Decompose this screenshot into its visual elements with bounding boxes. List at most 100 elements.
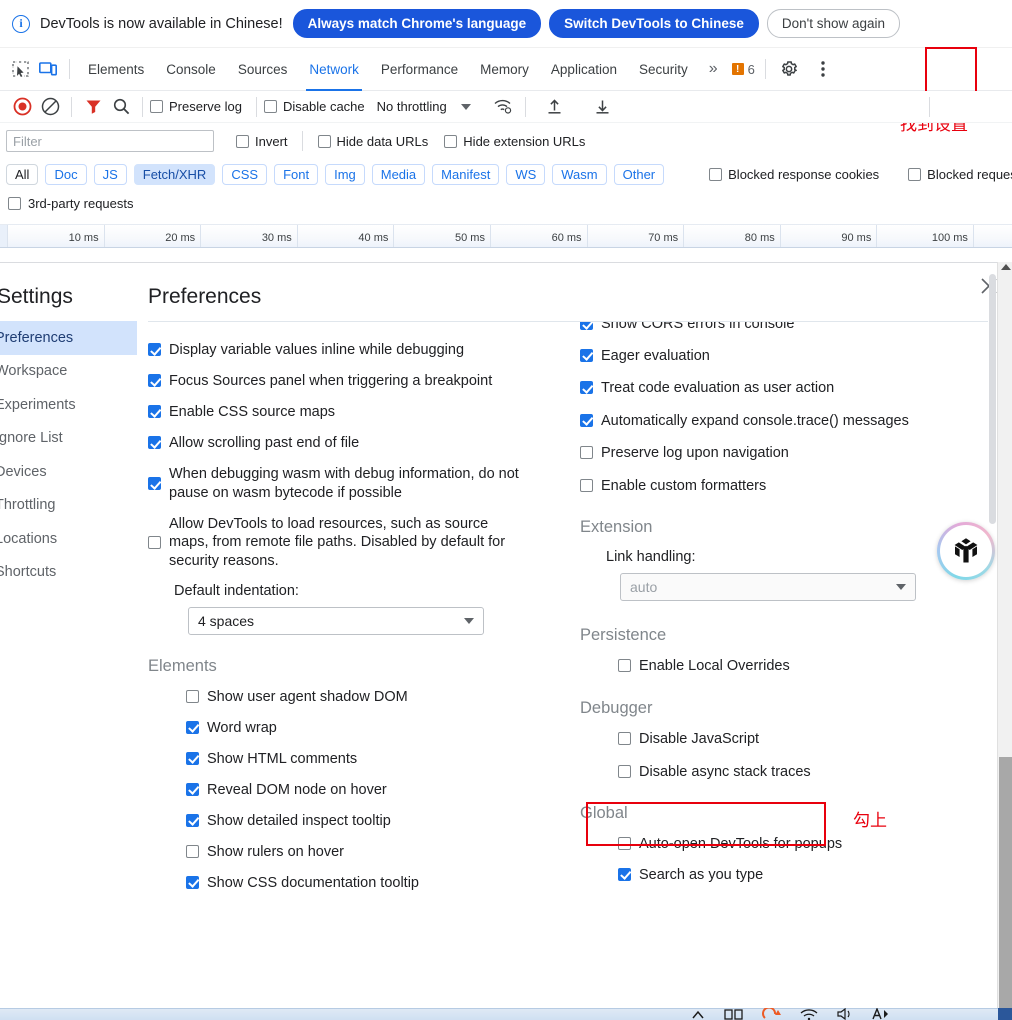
always-match-language-button[interactable]: Always match Chrome's language <box>292 8 542 39</box>
option-enable-css-source-maps[interactable]: Enable CSS source maps <box>148 403 548 422</box>
option-show-user-agent-shadow-dom[interactable]: Show user agent shadow DOM <box>186 688 548 707</box>
checkbox-box <box>148 405 161 418</box>
kebab-menu-icon[interactable] <box>809 55 837 83</box>
sidebar-item-workspace[interactable]: Workspace <box>0 355 137 389</box>
filter-divider <box>301 131 303 151</box>
option-allow-scrolling-past-end[interactable]: Allow scrolling past end of file <box>148 434 548 453</box>
filter-funnel-icon[interactable] <box>79 93 107 121</box>
hide-data-urls-checkbox[interactable]: Hide data URLs <box>317 134 428 149</box>
chip-all[interactable]: All <box>6 163 39 185</box>
tab-network[interactable]: Network <box>298 48 370 91</box>
sidebar-item-label: Ignore List <box>0 430 63 447</box>
inspect-element-icon[interactable] <box>6 55 34 83</box>
option-label: Automatically expand console.trace() mes… <box>601 412 909 429</box>
tab-application[interactable]: Application <box>540 48 628 91</box>
export-har-icon[interactable] <box>589 93 617 121</box>
default-indentation-select[interactable]: 4 spaces <box>188 606 484 635</box>
ruler-tick: 40 ms <box>298 225 395 247</box>
sidebar-item-throttling[interactable]: Throttling <box>0 489 137 523</box>
chip-ws[interactable]: WS <box>506 163 546 185</box>
hide-extension-urls-checkbox[interactable]: Hide extension URLs <box>444 134 585 149</box>
tab-security[interactable]: Security <box>628 48 699 91</box>
ruler-lead <box>0 225 8 247</box>
option-preserve-log-upon-navigation[interactable]: Preserve log upon navigation <box>580 444 980 463</box>
option-show-html-comments[interactable]: Show HTML comments <box>186 750 548 769</box>
network-conditions-icon[interactable] <box>489 93 517 121</box>
record-stop-icon[interactable] <box>8 93 36 121</box>
option-focus-sources-panel[interactable]: Focus Sources panel when triggering a br… <box>148 372 548 391</box>
option-enable-local-overrides[interactable]: Enable Local Overrides <box>618 657 980 676</box>
window-scrollbar[interactable] <box>997 262 1012 1009</box>
sidebar-item-locations[interactable]: Locations <box>0 522 137 556</box>
checkbox-box <box>8 197 21 210</box>
option-reveal-dom-node-on-hover[interactable]: Reveal DOM node on hover <box>186 781 548 800</box>
preferences-scrollbar[interactable] <box>987 264 997 1008</box>
option-wasm-debug-no-pause[interactable]: When debugging wasm with debug informati… <box>148 465 523 502</box>
option-disable-javascript[interactable]: Disable JavaScript <box>618 730 980 749</box>
tab-sources[interactable]: Sources <box>227 48 299 91</box>
option-search-as-you-type[interactable]: Search as you type <box>618 866 980 885</box>
chip-js[interactable]: JS <box>93 163 127 185</box>
search-icon[interactable] <box>107 93 135 121</box>
option-auto-expand-console-trace[interactable]: Automatically expand console.trace() mes… <box>580 412 980 431</box>
device-toolbar-icon[interactable] <box>34 55 62 83</box>
switch-devtools-to-chinese-button[interactable]: Switch DevTools to Chinese <box>549 8 759 39</box>
gear-icon[interactable] <box>775 55 803 83</box>
info-icon: i <box>12 14 30 33</box>
option-enable-custom-formatters[interactable]: Enable custom formatters <box>580 477 980 496</box>
chip-wasm[interactable]: Wasm <box>552 163 607 185</box>
more-tabs-icon[interactable]: » <box>699 60 728 78</box>
link-handling-value: auto <box>630 579 658 595</box>
link-handling-select[interactable]: auto <box>620 573 916 601</box>
tab-elements[interactable]: Elements <box>77 48 155 91</box>
option-treat-code-evaluation-as-user-action[interactable]: Treat code evaluation as user action <box>580 379 980 398</box>
option-show-cors-errors-in-console[interactable]: Show CORS errors in console <box>580 322 980 334</box>
throttling-dropdown-label[interactable]: No throttling <box>377 99 447 114</box>
chip-css[interactable]: CSS <box>222 163 268 185</box>
toolbar-divider-4 <box>524 96 526 117</box>
sidebar-item-shortcuts[interactable]: Shortcuts <box>0 556 137 590</box>
chevron-down-icon[interactable] <box>460 103 471 110</box>
ime-icon <box>872 1008 888 1020</box>
checkbox-box <box>186 875 199 889</box>
option-display-variable-values[interactable]: Display variable values inline while deb… <box>148 341 548 360</box>
preserve-log-label: Preserve log <box>169 99 242 114</box>
option-auto-open-devtools-for-popups[interactable]: Auto-open DevTools for popups <box>618 835 980 854</box>
chip-font[interactable]: Font <box>274 163 319 185</box>
option-show-detailed-inspect-tooltip[interactable]: Show detailed inspect tooltip <box>186 812 548 831</box>
tab-console[interactable]: Console <box>155 48 227 91</box>
sidebar-item-experiments[interactable]: Experiments <box>0 388 137 422</box>
chip-fetch-xhr[interactable]: Fetch/XHR <box>133 163 216 185</box>
option-eager-evaluation[interactable]: Eager evaluation <box>580 347 980 366</box>
scroll-up-arrow-icon[interactable] <box>1001 264 1011 270</box>
chip-manifest[interactable]: Manifest <box>432 163 500 185</box>
chip-other[interactable]: Other <box>613 163 665 185</box>
third-party-requests-checkbox[interactable]: 3rd-party requests <box>8 196 134 211</box>
disable-cache-checkbox[interactable]: Disable cache <box>263 99 365 114</box>
blocked-requests-checkbox[interactable]: Blocked request <box>908 167 1012 182</box>
filter-input[interactable] <box>6 130 214 152</box>
option-word-wrap[interactable]: Word wrap <box>186 719 548 738</box>
checkbox-box <box>186 782 199 796</box>
blocked-response-cookies-checkbox[interactable]: Blocked response cookies <box>709 167 879 182</box>
sidebar-item-preferences[interactable]: Preferences <box>0 321 137 355</box>
sidebar-item-devices[interactable]: Devices <box>0 455 137 489</box>
import-har-icon[interactable] <box>541 93 569 121</box>
sidebar-item-ignore-list[interactable]: Ignore List <box>0 422 137 456</box>
error-count-badge[interactable]: ! 6 <box>731 62 755 77</box>
chip-img[interactable]: Img <box>325 163 365 185</box>
invert-checkbox[interactable]: Invert <box>236 134 288 149</box>
chip-media[interactable]: Media <box>371 163 426 185</box>
clear-network-icon[interactable] <box>36 93 64 121</box>
chip-doc[interactable]: Doc <box>45 163 87 185</box>
option-disable-async-stack-traces[interactable]: Disable async stack traces <box>618 763 980 782</box>
tab-memory[interactable]: Memory <box>469 48 540 91</box>
scrollbar-thumb[interactable] <box>999 757 1012 1009</box>
preserve-log-checkbox[interactable]: Preserve log <box>150 99 242 114</box>
tab-performance[interactable]: Performance <box>370 48 469 91</box>
option-show-rulers-on-hover[interactable]: Show rulers on hover <box>186 843 548 862</box>
preferences-scrollbar-thumb[interactable] <box>989 274 996 524</box>
option-show-css-documentation-tooltip[interactable]: Show CSS documentation tooltip <box>186 874 548 893</box>
dont-show-again-button[interactable]: Don't show again <box>766 8 901 39</box>
option-allow-remote-file-paths[interactable]: Allow DevTools to load resources, such a… <box>148 515 530 571</box>
